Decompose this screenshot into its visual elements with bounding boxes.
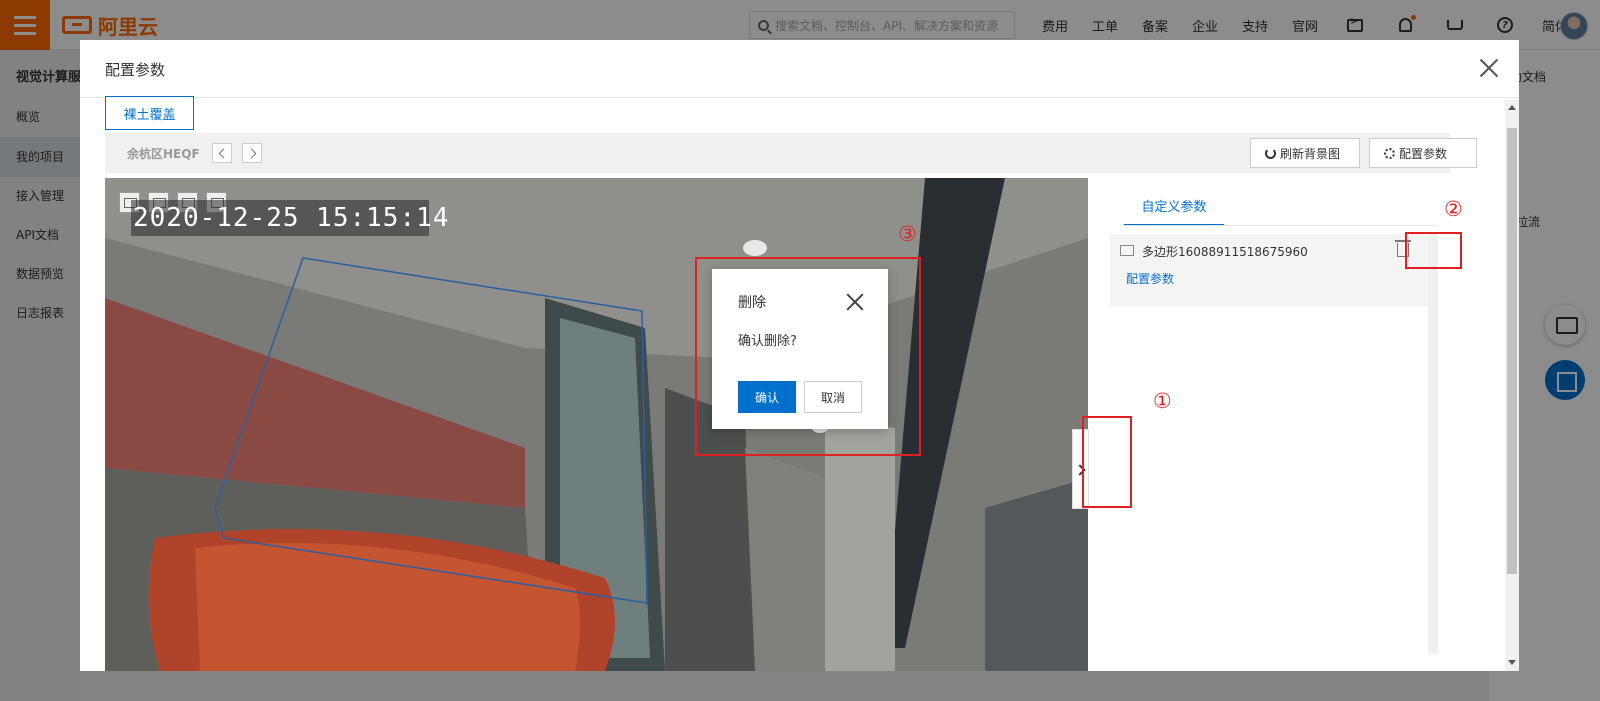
scroll-down-icon[interactable] (1508, 660, 1516, 665)
tab-divider (1124, 225, 1438, 226)
modal-scrollbar[interactable] (1505, 100, 1519, 671)
scroll-up-icon[interactable] (1508, 105, 1516, 110)
annotation-number-3: ③ (898, 222, 917, 246)
camera-video-frame[interactable]: 2020-12-25 15:15:14 (105, 178, 1088, 671)
scrollbar-thumb[interactable] (1507, 128, 1517, 574)
video-timestamp: 2020-12-25 15:15:14 (131, 200, 448, 236)
tab-bare-soil-cover[interactable]: 裸土覆盖 (105, 96, 194, 130)
dialog-title: 删除 (738, 295, 766, 311)
params-panel: 自定义参数 多边形16088911518675960 配置参数 (1110, 186, 1438, 671)
camera-name: 余杭区HEQF (127, 147, 200, 161)
prev-camera-button[interactable] (212, 143, 232, 163)
config-button-label: 配置参数 (1399, 146, 1448, 161)
camera-toolbar: 余杭区HEQF 刷新背景图 配置参数 (105, 133, 1477, 173)
next-camera-button[interactable] (242, 143, 262, 163)
dialog-message: 确认删除? (738, 334, 797, 349)
shape-config-link[interactable]: 配置参数 (1126, 270, 1174, 287)
close-icon[interactable] (1479, 58, 1499, 78)
annotation-number-2: ② (1444, 197, 1463, 221)
confirm-button[interactable]: 确认 (738, 381, 796, 413)
polygon-icon (1120, 245, 1134, 256)
refresh-background-button[interactable]: 刷新背景图 (1250, 138, 1360, 168)
video-scene (105, 178, 1088, 671)
gear-icon (1384, 147, 1395, 159)
modal-title: 配置参数 (105, 61, 166, 79)
cancel-button[interactable]: 取消 (804, 381, 862, 413)
panel-scrollbar[interactable] (1428, 234, 1438, 654)
annotation-number-1: ① (1153, 389, 1172, 413)
shape-list-item[interactable]: 多边形16088911518675960 配置参数 (1110, 234, 1428, 306)
delete-confirm-dialog: 删除 确认删除? 确认 取消 (712, 269, 888, 429)
annotation-box-2 (1405, 232, 1462, 269)
dialog-close-icon[interactable] (847, 294, 863, 310)
annotation-box-1 (1082, 416, 1132, 508)
modal-header: 配置参数 (80, 40, 1519, 98)
config-params-button[interactable]: 配置参数 (1369, 138, 1477, 168)
tab-custom-params[interactable]: 自定义参数 (1124, 186, 1224, 226)
refresh-button-label: 刷新背景图 (1280, 146, 1341, 161)
shape-name: 多边形16088911518675960 (1142, 245, 1308, 259)
refresh-icon (1265, 147, 1276, 159)
